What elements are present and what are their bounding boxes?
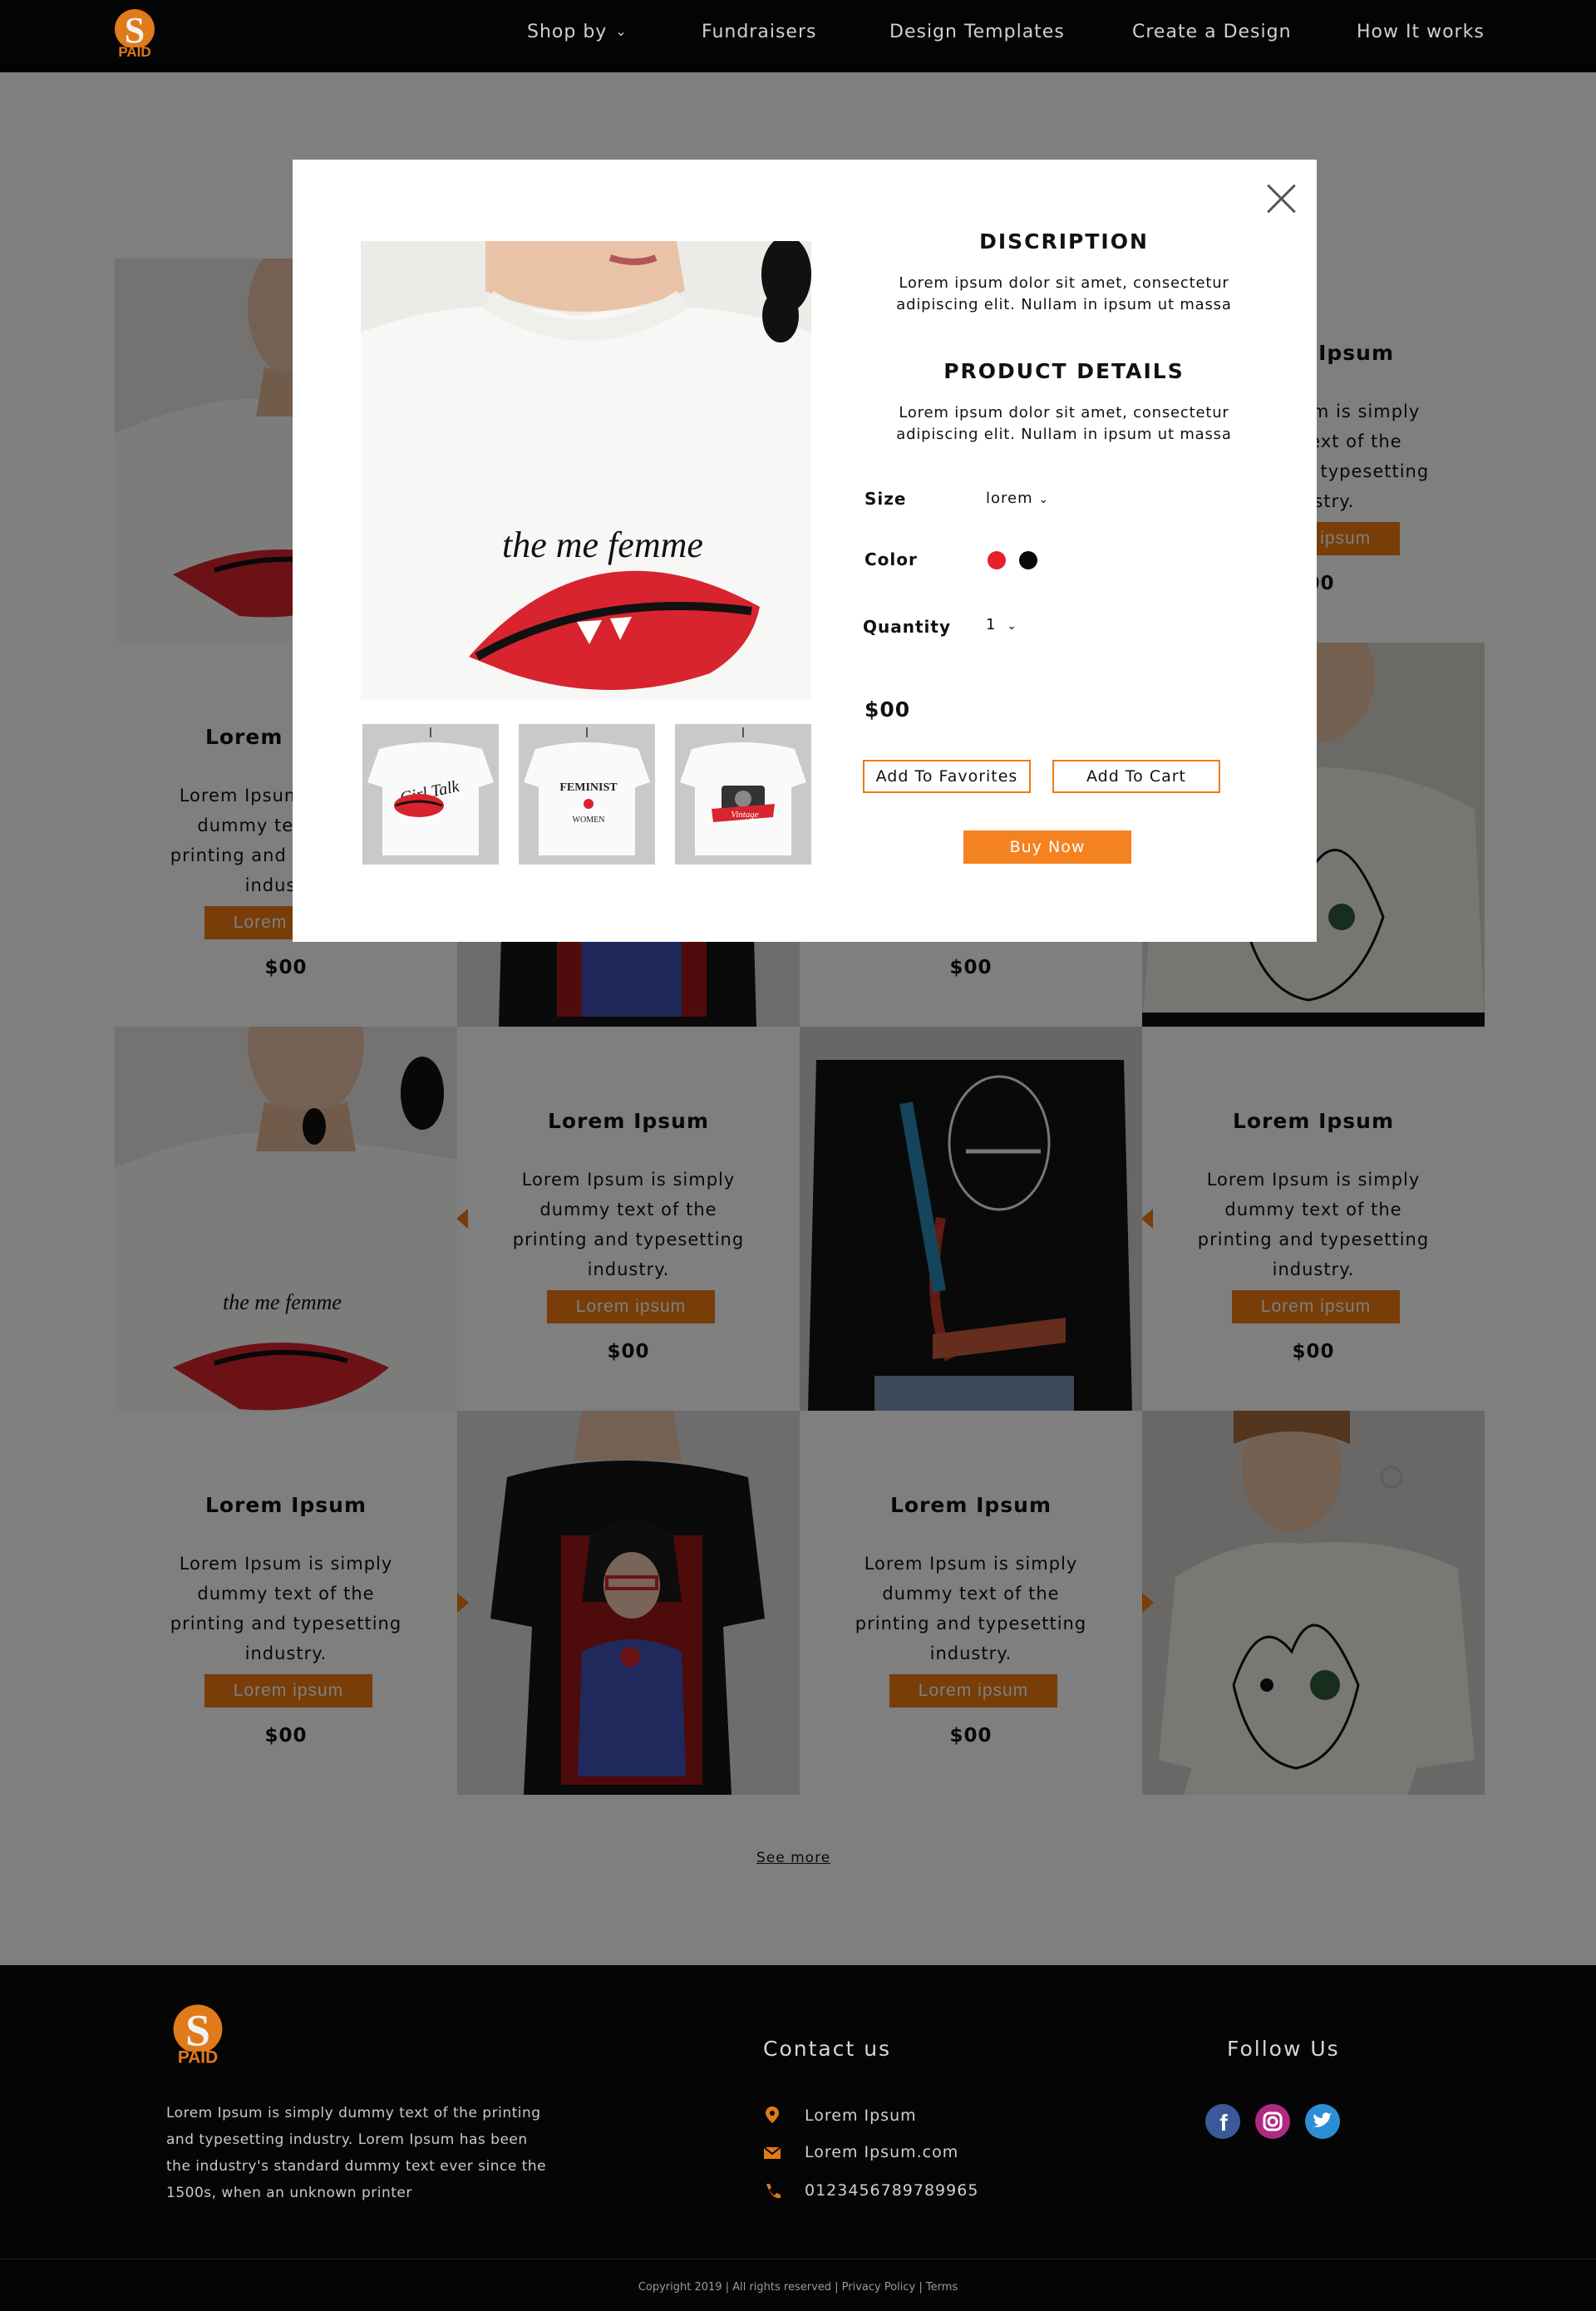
chevron-down-icon: ⌄	[1007, 619, 1017, 633]
svg-text:the me femme: the me femme	[502, 525, 703, 565]
product-thumbnail-3[interactable]: Vintage	[675, 724, 811, 865]
contact-heading: Contact us	[763, 2037, 892, 2061]
product-thumbnail-2[interactable]: FEMINIST WOMEN	[519, 724, 655, 865]
product-main-image: the me femme	[361, 241, 811, 701]
footer-logo[interactable]: S PAID	[166, 1998, 229, 2070]
add-to-favorites-button[interactable]: Add To Favorites	[863, 760, 1031, 793]
site-header: S PAID Shop by ⌄ Fundraisers Design Templ…	[0, 0, 1596, 72]
modal-price: $00	[864, 697, 911, 722]
buy-now-button[interactable]: Buy Now	[963, 830, 1131, 864]
mail-icon	[763, 2146, 781, 2159]
svg-text:Vintage: Vintage	[731, 810, 759, 820]
nav-fundraisers[interactable]: Fundraisers	[702, 22, 816, 42]
nav-shop-by[interactable]: Shop by ⌄	[527, 22, 628, 42]
site-footer: S PAID Lorem Ipsum is simply dummy text …	[0, 1965, 1596, 2311]
color-swatch-black[interactable]	[1019, 551, 1037, 569]
size-label: Size	[864, 489, 907, 509]
color-swatch-red[interactable]	[988, 551, 1006, 569]
add-to-cart-button[interactable]: Add To Cart	[1052, 760, 1220, 793]
location-pin-icon	[766, 2107, 779, 2123]
color-label: Color	[864, 549, 918, 569]
chevron-down-icon: ⌄	[615, 23, 628, 39]
quantity-select[interactable]: 1 ⌄	[986, 616, 1017, 633]
close-icon[interactable]	[1259, 176, 1305, 223]
size-select[interactable]: lorem ⌄	[986, 490, 1049, 507]
nav-shop-by-label: Shop by	[527, 22, 608, 42]
svg-text:PAID: PAID	[178, 2047, 218, 2067]
contact-address: Lorem Ipsum	[805, 2107, 917, 2125]
nav-design-templates[interactable]: Design Templates	[889, 22, 1065, 42]
footer-about-text: Lorem Ipsum is simply dummy text of the …	[166, 2105, 547, 2201]
size-value: lorem	[986, 490, 1033, 507]
svg-text:f: f	[1219, 2110, 1228, 2136]
svg-text:FEMINIST: FEMINIST	[559, 781, 618, 794]
contact-email[interactable]: Lorem Ipsum.com	[805, 2143, 958, 2161]
description-heading: DISCRIPTION	[979, 229, 1149, 254]
quantity-value: 1	[986, 616, 997, 633]
brand-logo[interactable]: S PAID	[109, 4, 160, 62]
facebook-icon[interactable]: f	[1205, 2104, 1240, 2139]
description-text: Lorem ipsum dolor sit amet, consectetur …	[896, 274, 1232, 313]
phone-icon	[766, 2184, 781, 2199]
svg-text:PAID: PAID	[118, 44, 150, 60]
copyright-text: Copyright 2019 | All rights reserved | P…	[638, 2281, 958, 2294]
product-details-heading: PRODUCT DETAILS	[943, 359, 1185, 383]
nav-how-it-works[interactable]: How It works	[1357, 22, 1485, 42]
nav-create-a-design[interactable]: Create a Design	[1132, 22, 1292, 42]
product-quick-view-modal: the me femme Girl Talk FEMINIST WOMEN Vi…	[293, 160, 1317, 942]
instagram-icon[interactable]	[1255, 2104, 1290, 2139]
product-details-text: Lorem ipsum dolor sit amet, consectetur …	[896, 404, 1232, 443]
chevron-down-icon: ⌄	[1038, 493, 1050, 506]
svg-text:WOMEN: WOMEN	[573, 816, 605, 825]
product-info-panel: DISCRIPTION Lorem ipsum dolor sit amet, …	[863, 160, 1264, 942]
quantity-label: Quantity	[863, 617, 951, 637]
follow-heading: Follow Us	[1227, 2037, 1340, 2061]
product-thumbnail-1[interactable]: Girl Talk	[362, 724, 499, 865]
contact-phone: 0123456789789965	[805, 2181, 979, 2200]
twitter-icon[interactable]	[1305, 2104, 1340, 2139]
